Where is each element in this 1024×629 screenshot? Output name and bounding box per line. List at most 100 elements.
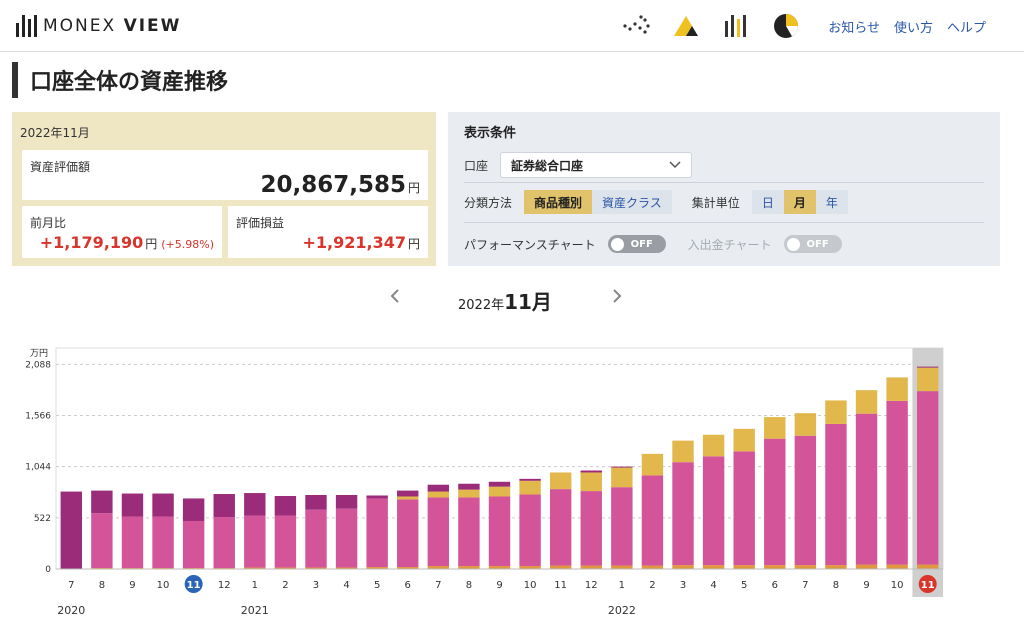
bar-segment xyxy=(886,400,908,565)
title-accent-bar xyxy=(12,62,18,98)
unit-label: 集計単位 xyxy=(691,195,740,210)
x-tick-label: 6 xyxy=(405,580,411,591)
deposit-chart-toggle[interactable]: OFF xyxy=(783,235,842,253)
x-tick-label: 8 xyxy=(833,580,839,591)
x-tick-label: 7 xyxy=(802,580,808,591)
news-link[interactable]: お知らせ xyxy=(828,17,880,36)
bar-segment xyxy=(733,565,755,569)
bar-segment xyxy=(672,462,694,566)
account-select-value: 証券総合口座 xyxy=(511,158,584,173)
toggle-state: OFF xyxy=(630,238,653,250)
x-tick-label: 2 xyxy=(282,580,288,591)
bar-segment xyxy=(641,453,664,476)
mom-label: 前月比 xyxy=(30,216,67,230)
bar-segment xyxy=(702,434,725,457)
how-to-link[interactable]: 使い方 xyxy=(894,17,933,36)
bar-segment xyxy=(488,481,511,487)
bar-segment xyxy=(152,516,174,569)
bar-segment xyxy=(794,565,817,569)
unit-option-day[interactable]: 日 xyxy=(751,190,784,214)
bar-segment xyxy=(611,467,633,488)
classify-option-product[interactable]: 商品種別 xyxy=(524,190,593,214)
asset-amount: 20,867,585 円 xyxy=(260,172,420,198)
bar-segment xyxy=(458,497,480,567)
bar-segment xyxy=(121,493,144,517)
bar-segment xyxy=(427,491,450,498)
top-header: MONEX VIEW お知らせ 使い方 ヘルプ xyxy=(0,0,1024,52)
bar-segment xyxy=(488,486,511,497)
logo-bars-icon xyxy=(16,15,37,37)
bar-segment xyxy=(397,499,419,568)
bar-segment xyxy=(549,565,572,569)
bar-segment xyxy=(580,565,602,569)
year-label: 2020 xyxy=(57,604,85,617)
unit-option-month[interactable]: 月 xyxy=(783,190,816,214)
bar-segment xyxy=(91,513,113,569)
x-tick-label: 1 xyxy=(619,580,625,591)
toggle-knob xyxy=(610,237,624,251)
asset-label: 資産評価額 xyxy=(30,160,91,174)
x-tick-label: 9 xyxy=(129,580,135,591)
bar-segment xyxy=(427,484,450,492)
divider xyxy=(464,182,984,183)
divider xyxy=(464,222,984,223)
toggle-state: OFF xyxy=(806,238,829,250)
classify-option-asset-class[interactable]: 資産クラス xyxy=(592,190,672,214)
chevron-right-icon xyxy=(613,289,622,303)
bar-segment xyxy=(917,391,939,565)
bar-segment xyxy=(917,367,939,392)
x-tick-label: 2 xyxy=(649,580,655,591)
x-tick-label: 1 xyxy=(252,580,258,591)
chevron-left-icon xyxy=(390,289,399,303)
asset-trend-chart: 万円2,0881,5661,04452207 8 9 10 11 12 1 2 3 4 5 6 7 8 9 1… xyxy=(25,347,944,617)
x-tick-label: 4 xyxy=(710,580,716,591)
bar-segment xyxy=(917,564,939,569)
bar-segment xyxy=(764,417,786,439)
pie-icon[interactable] xyxy=(770,12,802,40)
bar-segment xyxy=(611,466,633,468)
x-tick-label: 9 xyxy=(863,580,869,591)
bars-icon[interactable] xyxy=(720,12,752,40)
bar-segment xyxy=(672,440,694,463)
bar-segment xyxy=(794,435,817,566)
y-tick-label: 522 xyxy=(34,514,51,524)
bar-segment xyxy=(702,565,725,569)
peak-icon[interactable] xyxy=(670,12,702,40)
unit-option-year[interactable]: 年 xyxy=(815,190,848,214)
x-tick-label: 10 xyxy=(524,580,537,591)
bar-segment xyxy=(182,498,205,521)
bar-segment xyxy=(702,456,725,566)
x-tick-label: 11 xyxy=(187,580,201,591)
y-unit-label: 万円 xyxy=(30,348,48,359)
logo-text: MONEX VIEW xyxy=(43,16,182,36)
bar-segment xyxy=(917,366,939,368)
bar-segment xyxy=(121,516,144,569)
account-select[interactable]: 証券総合口座 xyxy=(500,152,693,178)
bar-segment xyxy=(274,495,297,516)
bar-segment xyxy=(274,515,297,568)
bar-segment xyxy=(611,487,633,566)
bar-segment xyxy=(305,495,327,510)
prev-month-button[interactable] xyxy=(390,288,400,307)
x-tick-label: 7 xyxy=(68,580,74,591)
performance-chart-toggle[interactable]: OFF xyxy=(607,235,666,253)
bar-segment xyxy=(855,564,878,569)
bar-segment xyxy=(825,423,847,566)
bar-segment xyxy=(519,480,541,495)
help-link[interactable]: ヘルプ xyxy=(947,17,986,36)
y-tick-label: 2,088 xyxy=(25,360,51,370)
y-tick-label: 1,566 xyxy=(25,412,51,422)
monex-view-logo[interactable]: MONEX VIEW xyxy=(16,14,181,38)
bar-segment xyxy=(549,489,572,566)
bar-segment xyxy=(672,565,694,569)
next-month-button[interactable] xyxy=(612,288,622,307)
bar-segment xyxy=(397,490,419,497)
bar-segment xyxy=(641,565,664,569)
bar-segment xyxy=(794,413,817,436)
dots-icon[interactable] xyxy=(620,12,652,40)
bar-segment xyxy=(825,565,847,569)
x-tick-label: 11 xyxy=(554,580,567,591)
x-tick-label: 5 xyxy=(374,580,380,591)
performance-chart-label: パフォーマンスチャート xyxy=(464,237,596,252)
bar-segment xyxy=(855,413,878,565)
